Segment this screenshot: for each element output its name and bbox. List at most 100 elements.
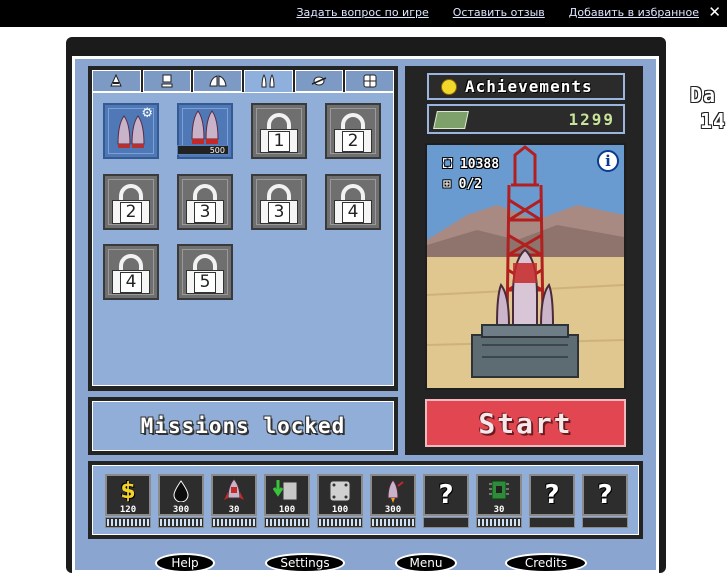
settings-button[interactable]: Settings [265,553,345,573]
tab-ship[interactable] [92,70,141,92]
upgrade-rocket[interactable]: 30 [211,474,257,530]
unlock-level: 4 [342,201,364,223]
upgrade-level-bar [423,517,469,528]
question-mark-icon: ? [597,480,613,510]
inventory-grid: ⚙ 500 1 2 2 3 3 4 4 5 [92,92,394,386]
padlock-icon: 2 [112,184,150,224]
locked-slot[interactable]: 4 [103,244,159,300]
upgrade-value: 120 [119,505,137,515]
locked-slot[interactable]: 3 [251,174,307,230]
question-mark-icon: ? [544,480,560,510]
tab-wings[interactable] [193,70,243,92]
topbar-links: Задать вопрос по игре Оставить отзыв Доб… [296,6,699,19]
upgrade-armor[interactable]: 100 [317,474,363,530]
ask-question-link[interactable]: Задать вопрос по игре [296,6,428,19]
menu-button[interactable]: Menu [395,553,457,573]
tab-satellite[interactable] [294,70,344,92]
unlock-level: 5 [194,271,216,293]
parts-value: 0/2 [458,177,483,192]
item-boosters-red[interactable]: 500 [177,103,233,159]
record-height-value: 10388 [459,157,500,172]
unlock-level: 3 [194,201,216,223]
credits-button[interactable]: Credits [505,553,587,573]
upgrade-oil[interactable]: 300 [158,474,204,530]
locked-slot[interactable]: 2 [103,174,159,230]
upgrade-fuel-tank[interactable]: 100 [264,474,310,530]
locked-slot[interactable]: 2 [325,103,381,159]
money-icon [433,111,469,129]
gear-icon: ⚙ [141,106,153,121]
unlock-level: 4 [120,271,142,293]
record-height-stat: ⛶ 10388 [443,157,499,172]
wings-icon [209,75,227,87]
upgrade-money[interactable]: $ 120 [105,474,151,530]
upgrade-circuit[interactable]: 30 [476,474,522,530]
locked-slot[interactable]: 3 [177,174,233,230]
unlock-level: 3 [268,201,290,223]
missile-icon [387,479,404,503]
tab-computer[interactable] [142,70,192,92]
achievements-button[interactable]: Achievements [427,73,625,100]
tab-modules[interactable] [345,70,395,92]
unlock-level: 1 [268,130,290,152]
start-button[interactable]: Start [425,399,626,447]
height-icon: ⛶ [443,157,453,172]
money-display: 1299 [427,104,625,134]
rocket-icon [224,478,244,500]
bottom-menu: Help Settings Menu Credits [150,553,600,573]
site-topbar: Задать вопрос по игре Оставить отзыв Доб… [0,0,727,27]
upgrade-value: 30 [493,505,505,515]
upgrade-level-bar [105,517,151,528]
satellite-icon [311,76,327,86]
booster-pair-red-icon [191,110,219,144]
padlock-icon: 5 [186,254,224,294]
dollar-icon: $ [120,478,136,504]
padlock-icon: 4 [112,254,150,294]
leave-review-link[interactable]: Оставить отзыв [453,6,545,19]
padlock-icon: 3 [260,184,298,224]
locked-slot[interactable]: 4 [325,174,381,230]
side-title: Da 14 [690,82,726,134]
add-favorite-link[interactable]: Добавить в избранное [569,6,699,19]
question-mark-icon: ? [438,480,454,510]
upgrade-unknown[interactable]: ? [529,474,575,530]
upgrade-value: 30 [228,505,240,515]
tab-thrusters[interactable] [244,70,293,92]
padlock-icon: 2 [334,113,372,153]
close-icon[interactable]: ✕ [708,3,721,21]
upgrade-level-bar [317,517,363,528]
side-title-line2: 14 [700,109,727,133]
upgrade-level-bar [158,517,204,528]
upgrade-unknown[interactable]: ? [582,474,628,530]
achievements-label: Achievements [465,77,593,96]
thrusters-icon [261,74,275,88]
unlock-level: 2 [342,130,364,152]
upgrade-missile[interactable]: 300 [370,474,416,530]
item-boosters-equipped[interactable]: ⚙ [103,103,159,159]
locked-slot[interactable]: 1 [251,103,307,159]
parts-icon: ⊞ [443,177,451,192]
upgrade-value: 100 [331,505,349,515]
item-price: 500 [177,145,229,155]
upgrade-unknown[interactable]: ? [423,474,469,530]
parts-stat: ⊞ 0/2 [443,177,482,192]
info-icon[interactable]: i [597,150,619,172]
coin-icon [441,78,457,95]
locked-slot[interactable]: 5 [177,244,233,300]
upgrade-level-bar [476,517,522,528]
missions-status: Missions locked [140,414,346,438]
help-button[interactable]: Help [155,553,215,573]
armor-plate-icon [329,480,351,502]
computer-icon [161,74,173,88]
fuel-tank-icon [273,480,298,501]
circuit-board-icon [489,480,509,500]
modules-icon [363,74,377,88]
upgrade-value: 300 [172,505,190,515]
ship-nose-icon [110,74,123,87]
side-title-line1: Da [690,83,717,107]
unlock-level: 2 [120,201,142,223]
upgrade-level-bar [264,517,310,528]
upgrade-level-bar [370,517,416,528]
upgrade-level-bar [582,517,628,528]
upgrade-value: 300 [384,505,402,515]
